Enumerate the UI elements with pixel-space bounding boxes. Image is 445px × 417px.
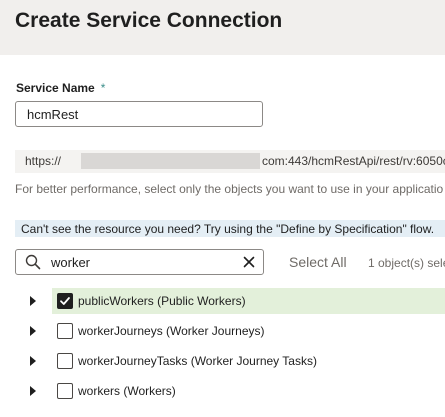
checkmark-icon (60, 297, 70, 305)
info-banner: Can't see the resource you need? Try usi… (15, 220, 445, 237)
expand-arrow-icon[interactable] (30, 326, 36, 336)
object-label: workers (Workers) (78, 384, 176, 398)
object-checkbox[interactable] (57, 323, 73, 339)
expand-arrow-icon[interactable] (30, 356, 36, 366)
clear-search-icon[interactable] (243, 256, 255, 268)
expand-arrow-icon[interactable] (30, 296, 36, 306)
object-label: workerJourneyTasks (Worker Journey Tasks… (78, 354, 317, 368)
service-name-label-text: Service Name (16, 81, 95, 95)
create-service-connection-page: Create Service Connection Service Name * … (0, 0, 445, 417)
service-name-input[interactable] (15, 101, 263, 127)
object-row-worker-journeys[interactable]: workerJourneys (Worker Journeys) (0, 318, 445, 344)
select-all-button[interactable]: Select All (289, 254, 347, 270)
service-url-display: https:// com:443/hcmRestApi/rest/rv:6050… (15, 150, 445, 173)
required-marker: * (100, 81, 106, 95)
expand-arrow-icon[interactable] (30, 386, 36, 396)
object-checkbox[interactable] (57, 383, 73, 399)
search-field[interactable]: worker (15, 249, 264, 275)
object-row-public-workers[interactable]: publicWorkers (Public Workers) (0, 288, 445, 314)
page-header: Create Service Connection (0, 0, 445, 55)
selected-count: 1 object(s) sele (368, 256, 445, 270)
object-row-workers[interactable]: workers (Workers) (0, 378, 445, 404)
object-checkbox[interactable] (57, 353, 73, 369)
object-label: workerJourneys (Worker Journeys) (78, 324, 265, 338)
object-row-worker-journey-tasks[interactable]: workerJourneyTasks (Worker Journey Tasks… (0, 348, 445, 374)
help-text: For better performance, select only the … (15, 182, 444, 196)
url-suffix: com:443/hcmRestApi/rest/rv:6050c (262, 154, 445, 168)
info-banner-text: Can't see the resource you need? Try usi… (21, 222, 435, 236)
url-prefix: https:// (25, 154, 62, 168)
search-input[interactable]: worker (51, 255, 90, 270)
object-checkbox[interactable] (57, 293, 73, 309)
url-redacted-host (81, 153, 260, 169)
search-icon (25, 254, 41, 270)
object-label: publicWorkers (Public Workers) (78, 294, 246, 308)
page-title: Create Service Connection (15, 9, 283, 32)
service-name-label: Service Name * (16, 81, 105, 95)
